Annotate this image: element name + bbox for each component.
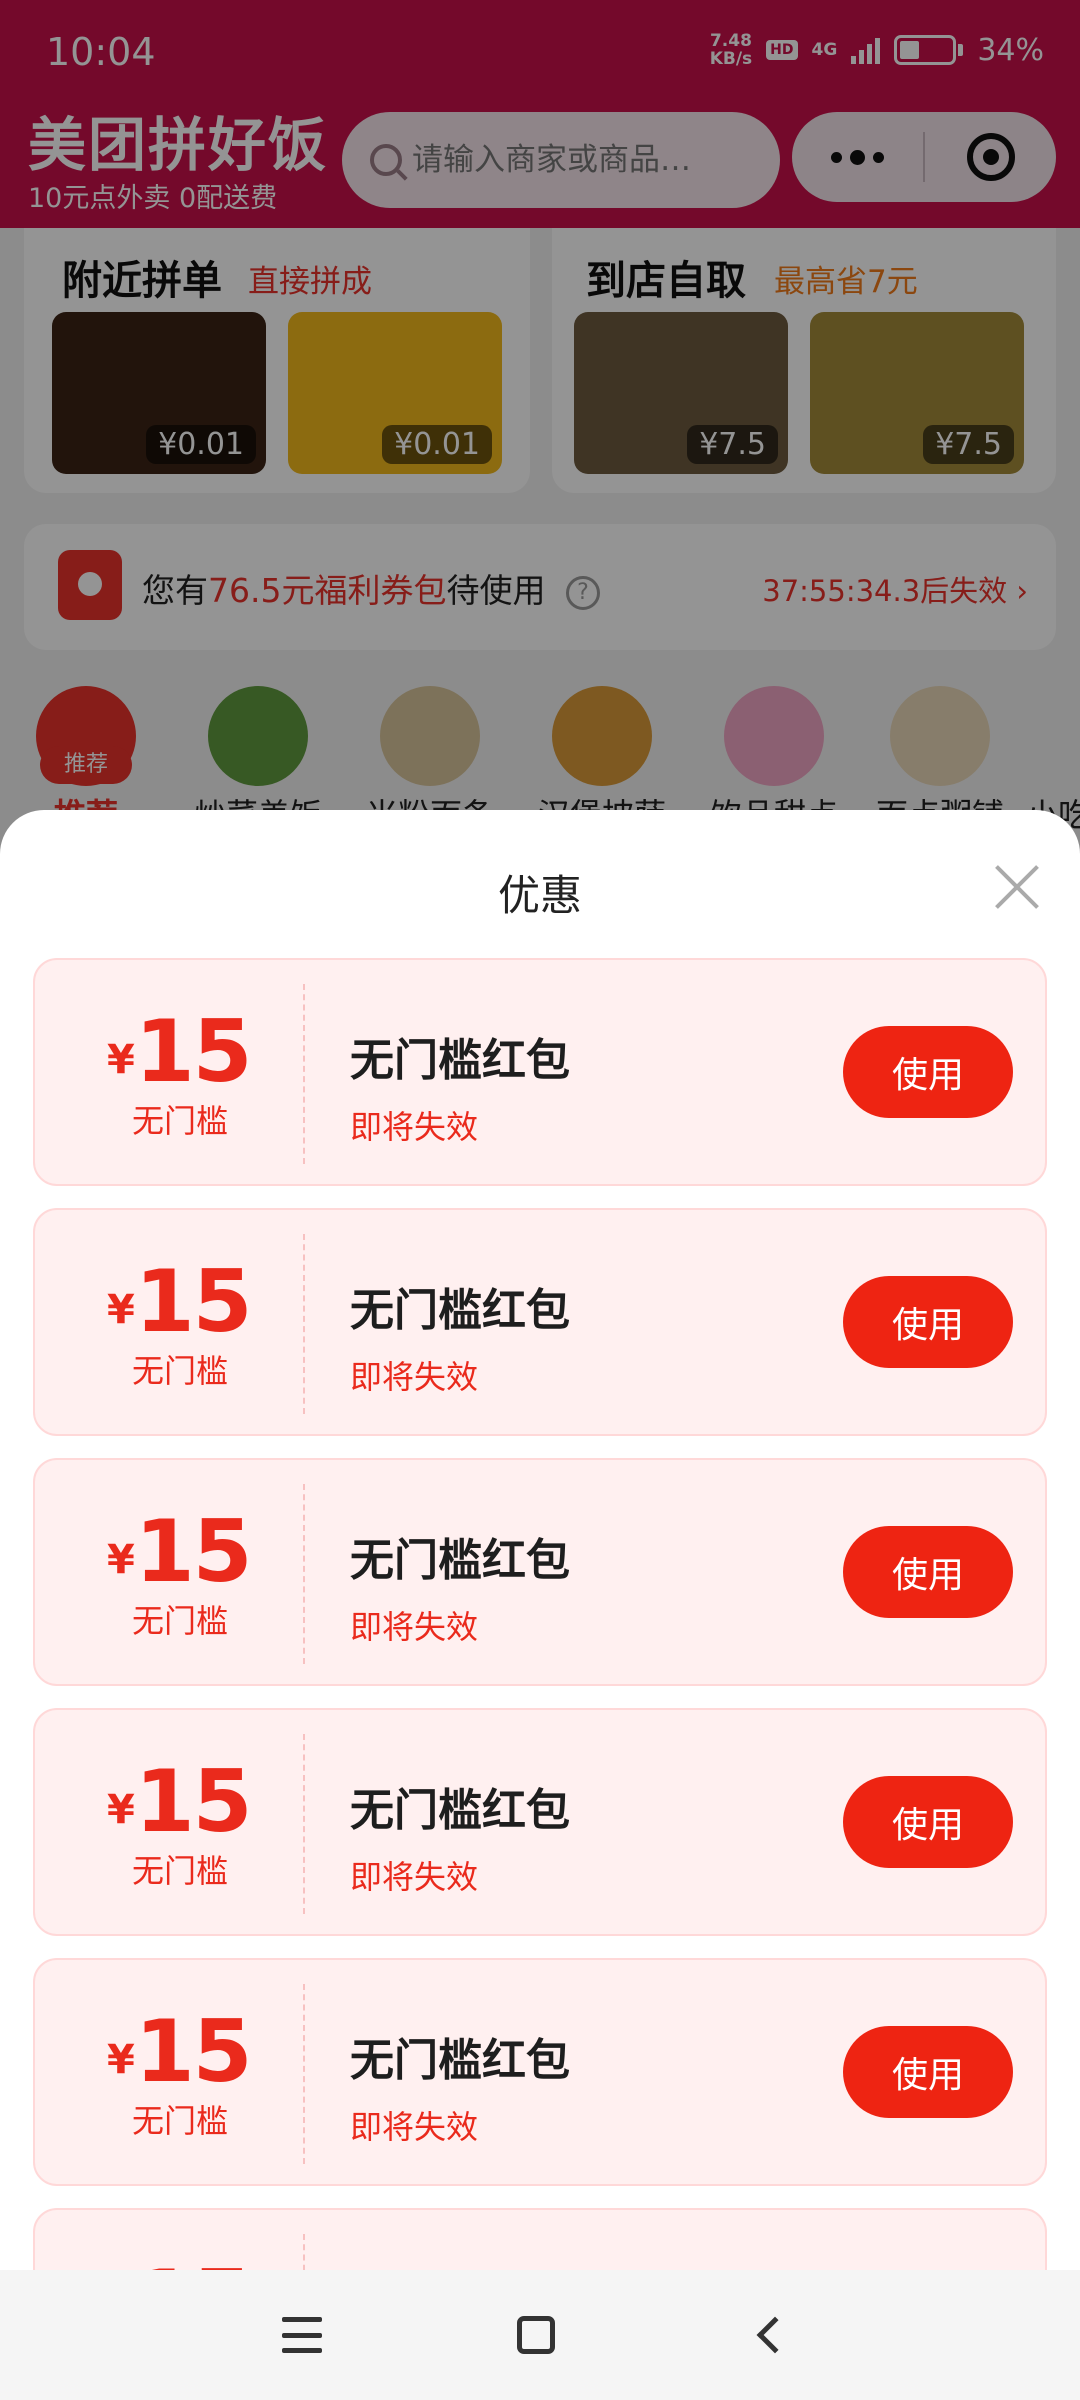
- use-coupon-button[interactable]: 使用: [843, 1026, 1013, 1118]
- coupon-value: ¥15: [107, 1502, 253, 1602]
- use-coupon-button[interactable]: 使用: [843, 1276, 1013, 1368]
- coupon-list: ¥15 无门槛 无门槛红包 即将失效 使用 ¥15 无门槛 无门槛红包 即将失效…: [33, 958, 1047, 2270]
- coupon-expire: 即将失效: [350, 1858, 479, 1896]
- coupon-name: 无门槛红包: [350, 1035, 570, 1086]
- coupon-value: ¥15: [107, 2252, 253, 2270]
- coupon-amount: 15: [134, 2002, 253, 2102]
- menu-icon: [282, 2317, 322, 2353]
- sheet-title: 优惠: [497, 871, 582, 920]
- nav-home-button[interactable]: [496, 2300, 576, 2370]
- coupon-amount: 15: [134, 1252, 253, 1352]
- coupon-currency: ¥: [107, 1287, 135, 1333]
- coupon-threshold: 无门槛: [131, 2102, 228, 2140]
- coupon-divider: [303, 2234, 305, 2270]
- use-coupon-button[interactable]: 使用: [843, 2026, 1013, 2118]
- coupon-amount: 15: [134, 1752, 253, 1852]
- back-icon: [756, 2316, 794, 2354]
- coupon-name: 无门槛红包: [350, 1785, 570, 1836]
- coupon-value: ¥15: [107, 1002, 253, 1102]
- nav-menu-button[interactable]: [262, 2300, 342, 2370]
- coupon-amount: 15: [134, 1002, 253, 1102]
- coupon-divider: [303, 1484, 305, 1664]
- nav-back-button[interactable]: [730, 2300, 810, 2370]
- close-icon[interactable]: [992, 862, 1042, 912]
- coupon-divider: [303, 1984, 305, 2164]
- coupon-value: ¥15: [107, 1752, 253, 1852]
- use-coupon-button[interactable]: 使用: [843, 1776, 1013, 1868]
- discount-sheet: 优惠 ¥15 无门槛 无门槛红包 即将失效 使用 ¥15 无门槛 无门槛红包 即…: [0, 810, 1080, 2270]
- coupon-amount: 15: [134, 1502, 253, 1602]
- coupon-name: 无门槛红包: [350, 1285, 570, 1336]
- coupon-divider: [303, 984, 305, 1164]
- coupon-name: 无门槛红包: [350, 2035, 570, 2086]
- coupon-name: 无门槛红包: [350, 1535, 570, 1586]
- home-icon: [517, 2316, 555, 2354]
- coupon-expire: 即将失效: [350, 1108, 479, 1146]
- coupon-expire: 即将失效: [350, 1608, 479, 1646]
- coupon-currency: ¥: [107, 2037, 135, 2083]
- coupon-card: ¥15 无门槛 无门槛红包 即将失效 使用: [33, 958, 1047, 1186]
- coupon-expire: 即将失效: [350, 1358, 479, 1396]
- coupon-divider: [303, 1234, 305, 1414]
- coupon-value: ¥15: [107, 1252, 253, 1352]
- coupon-threshold: 无门槛: [131, 1352, 228, 1390]
- coupon-card: ¥15 无门槛 无门槛红包 即将失效 使用: [33, 1708, 1047, 1936]
- coupon-value: ¥15: [107, 2002, 253, 2102]
- coupon-threshold: 无门槛: [131, 1852, 228, 1890]
- coupon-expire: 即将失效: [350, 2108, 479, 2146]
- coupon-currency: ¥: [107, 1537, 135, 1583]
- coupon-threshold: 无门槛: [131, 1102, 228, 1140]
- system-nav-bar: [0, 2270, 1080, 2400]
- coupon-card-partial: ¥15: [33, 2208, 1047, 2270]
- coupon-card: ¥15 无门槛 无门槛红包 即将失效 使用: [33, 1208, 1047, 1436]
- coupon-card: ¥15 无门槛 无门槛红包 即将失效 使用: [33, 1458, 1047, 1686]
- coupon-threshold: 无门槛: [131, 1602, 228, 1640]
- coupon-currency: ¥: [107, 1787, 135, 1833]
- coupon-card: ¥15 无门槛 无门槛红包 即将失效 使用: [33, 1958, 1047, 2186]
- coupon-divider: [303, 1734, 305, 1914]
- coupon-currency: ¥: [107, 1037, 135, 1083]
- coupon-amount: 15: [135, 2252, 253, 2270]
- use-coupon-button[interactable]: 使用: [843, 1526, 1013, 1618]
